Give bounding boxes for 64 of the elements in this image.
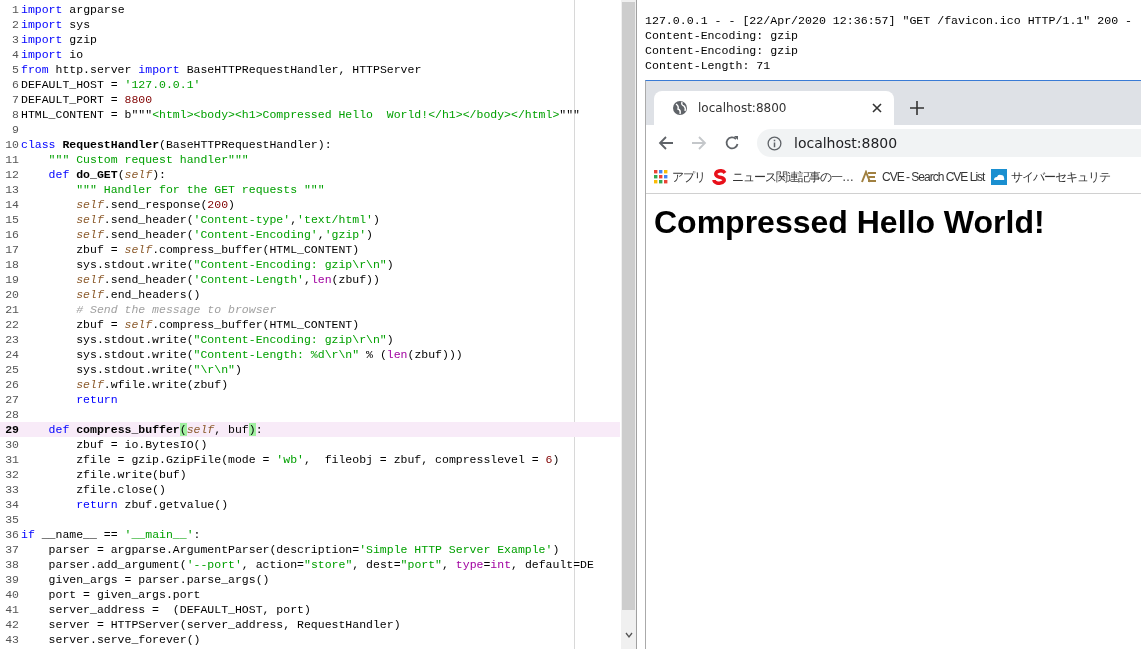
- code-line: """ Handler for the GET requests """: [75, 182, 325, 197]
- code-line: self.wfile.write(zbuf): [75, 377, 229, 392]
- code-line: server_address = (DEFAULT_HOST, port): [47, 602, 311, 617]
- code-line: import gzip: [21, 32, 97, 47]
- code-line: self.send_response(200): [75, 197, 235, 212]
- console-line: 127.0.0.1 - - [22/Apr/2020 12:36:57] "GET /favicon.ico HTTP/1.1" 200 -: [645, 13, 1134, 28]
- code-line: self.send_header('Content-Length',len(zbuf)): [75, 272, 380, 287]
- code-line: sys.stdout.write("Content-Encoding: gzip\r\n"): [75, 332, 394, 347]
- code-line: self.send_header('Content-type','text/html'): [75, 212, 380, 227]
- code-line: zfile.close(): [75, 482, 166, 497]
- reload-icon[interactable]: [724, 135, 740, 151]
- code-line: """ Custom request handler""": [47, 152, 249, 167]
- scrollbar[interactable]: [621, 0, 636, 649]
- code-line: HTML_CONTENT = b"""<html><body><h1>Compressed Hello World!</h1></body></html>""": [21, 107, 580, 122]
- bookmark-link[interactable]: ニュース関連記事の一…: [712, 168, 853, 186]
- info-icon: [767, 135, 782, 151]
- address-bar[interactable]: localhost:8800: [757, 129, 1141, 157]
- code-line: self.end_headers(): [75, 287, 201, 302]
- code-line: sys.stdout.write("Content-Length: %d\r\n" % (len(zbuf))): [75, 347, 463, 362]
- code-line: DEFAULT_HOST = '127.0.0.1': [21, 77, 201, 92]
- code-line: sys.stdout.write("Content-Encoding: gzip\r\n"): [75, 257, 394, 272]
- code-line: def compress_buffer(self, buf):: [47, 422, 263, 437]
- code-line: import io: [21, 47, 84, 62]
- letter-s-icon: [712, 169, 728, 185]
- code-line: zbuf = self.compress_buffer(HTML_CONTENT): [75, 317, 360, 332]
- code-line: zbuf = self.compress_buffer(HTML_CONTENT): [75, 242, 360, 257]
- code-line: from http.server import BaseHTTPRequestHandler, HTTPServer: [21, 62, 422, 77]
- close-icon[interactable]: [872, 103, 882, 113]
- bookmark-link[interactable]: CVE - Search CVE List: [860, 170, 985, 184]
- bookmark-link[interactable]: サイバーセキュリテ: [991, 168, 1111, 186]
- code-line: DEFAULT_PORT = 8800: [21, 92, 153, 107]
- code-line: port = given_args.port: [47, 587, 201, 602]
- code-line: zfile = gzip.GzipFile(mode = 'wb', fileobj = zbuf, compresslevel = 6): [75, 452, 560, 467]
- code-line: parser.add_argument('--port', action="store", dest="port", type=int, default=DE: [47, 557, 594, 572]
- code-line: server = HTTPServer(server_address, RequestHandler): [47, 617, 401, 632]
- code-line: import sys: [21, 17, 91, 32]
- console-line: Content-Encoding: gzip: [645, 43, 800, 58]
- line-number: 29: [4, 422, 20, 437]
- code-line: # Send the message to browser: [75, 302, 277, 317]
- code-line: zbuf = io.BytesIO(): [75, 437, 208, 452]
- code-line: def do_GET(self):: [47, 167, 166, 182]
- code-line: import argparse: [21, 2, 125, 17]
- grid-icon: [654, 170, 668, 184]
- code-line: server.serve_forever(): [47, 632, 201, 647]
- code-line: return zbuf.getvalue(): [75, 497, 229, 512]
- code-line: return: [75, 392, 118, 407]
- bookmark-link[interactable]: アプリ: [654, 168, 705, 186]
- console-line: Content-Encoding: gzip: [645, 28, 800, 43]
- code-line: parser = argparse.ArgumentParser(description='Simple HTTP Server Example'): [47, 542, 560, 557]
- back-arrow-icon[interactable]: [658, 135, 674, 151]
- console-line: Content-Length: 71: [645, 58, 772, 73]
- emblem-icon: [860, 170, 878, 184]
- code-line: zfile.write(buf): [75, 467, 187, 482]
- code-line: class RequestHandler(BaseHTTPRequestHandler):: [21, 137, 332, 152]
- code-line: sys.stdout.write("\r\n"): [75, 362, 242, 377]
- code-line: self.send_header('Content-Encoding','gzip'): [75, 227, 373, 242]
- code-line: if __name__ == '__main__':: [21, 527, 201, 542]
- plus-icon[interactable]: [910, 101, 924, 115]
- chevron-down-icon[interactable]: [623, 630, 634, 640]
- browser-tab[interactable]: localhost:8800: [654, 91, 894, 125]
- page-heading: Compressed Hello World!: [654, 204, 1046, 241]
- globe-icon: [672, 100, 688, 116]
- code-line: given_args = parser.parse_args(): [47, 572, 270, 587]
- cloud-icon: [991, 169, 1008, 185]
